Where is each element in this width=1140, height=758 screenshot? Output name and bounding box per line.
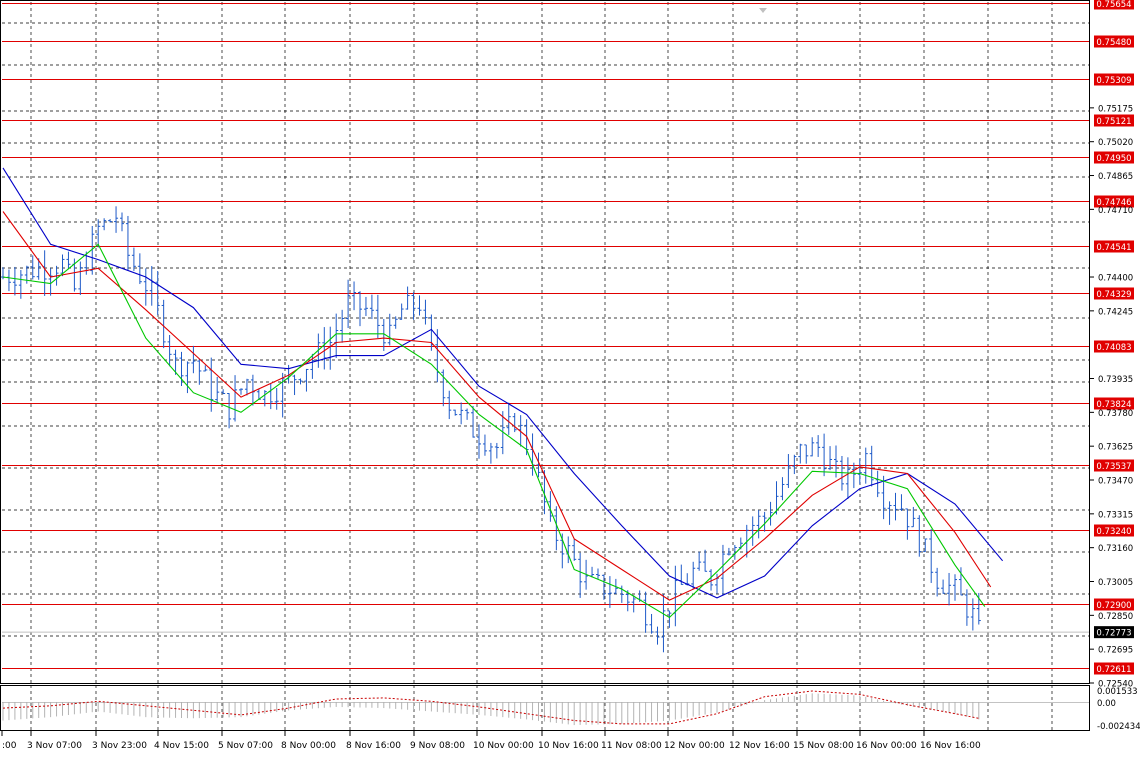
current-price-label: 0.72773: [1096, 629, 1131, 639]
x-tick-label: 8 Nov 00:00: [281, 741, 336, 751]
y-tick-label: 0.75020: [1098, 138, 1133, 148]
x-tick-label: 5 Nov 07:00: [218, 741, 273, 751]
level-label: 0.75480: [1096, 38, 1131, 48]
x-tick-label: 10 Nov 00:00: [473, 741, 534, 751]
x-tick-label: 4 Nov 15:00: [154, 741, 209, 751]
level-label: 0.74541: [1096, 243, 1131, 253]
level-label: 0.75121: [1096, 117, 1131, 127]
level-label: 0.74083: [1096, 343, 1131, 353]
x-tick-label: 11 Nov 08:00: [601, 741, 662, 751]
x-tick-label: 3 Nov 23:00: [92, 741, 147, 751]
x-tick-label: 16 Nov 16:00: [920, 741, 981, 751]
y-tick-label: 0.74710: [1098, 206, 1133, 216]
y-tick-label: 0.72695: [1098, 646, 1133, 656]
level-label: 0.72611: [1096, 665, 1131, 675]
level-label: 0.75309: [1096, 76, 1131, 86]
indicator-tick-label: 0.001533: [1097, 687, 1138, 697]
y-tick-label: 0.72850: [1098, 612, 1133, 622]
x-tick-label: 8 Nov 16:00: [346, 741, 401, 751]
x-tick-label: 12 Nov 00:00: [664, 741, 725, 751]
y-tick-label: 0.73005: [1098, 578, 1133, 588]
x-tick-label: 12 Nov 16:00: [729, 741, 790, 751]
indicator-tick-label: -0.002434: [1097, 722, 1140, 732]
chart-root: 0.75654 0.75480 0.75309 0.75121 0.74950 0.747…: [0, 0, 1140, 754]
x-tick-label: 16 Nov 00:00: [856, 741, 917, 751]
chart-svg: 0.75654 0.75480 0.75309 0.75121 0.74950 0.747…: [0, 0, 1140, 751]
x-tick-label: :00: [2, 741, 17, 751]
level-label: 0.75654: [1096, 0, 1131, 10]
level-label: 0.73537: [1096, 462, 1131, 472]
y-tick-label: 0.73780: [1098, 409, 1133, 419]
y-tick-label: 0.73160: [1098, 544, 1133, 554]
x-tick-label: 3 Nov 07:00: [27, 741, 82, 751]
y-tick-label: 0.73470: [1098, 477, 1133, 487]
x-tick-label: 9 Nov 08:00: [410, 741, 465, 751]
level-label: 0.73240: [1096, 527, 1131, 537]
level-label: 0.72900: [1096, 601, 1131, 611]
y-tick-label: 0.74400: [1098, 274, 1133, 284]
x-tick-label: 10 Nov 16:00: [538, 741, 599, 751]
y-tick-label: 0.75175: [1098, 104, 1133, 114]
y-tick-label: 0.74245: [1098, 307, 1133, 317]
indicator-tick-label: 0.00: [1097, 699, 1116, 709]
x-tick-label: 15 Nov 08:00: [793, 741, 854, 751]
level-label: 0.74329: [1096, 290, 1131, 300]
level-label: 0.74950: [1096, 154, 1131, 164]
y-tick-label: 0.74865: [1098, 172, 1133, 182]
y-tick-label: 0.73625: [1098, 443, 1133, 453]
y-tick-label: 0.73315: [1098, 510, 1133, 520]
y-tick-label: 0.73935: [1098, 375, 1133, 385]
